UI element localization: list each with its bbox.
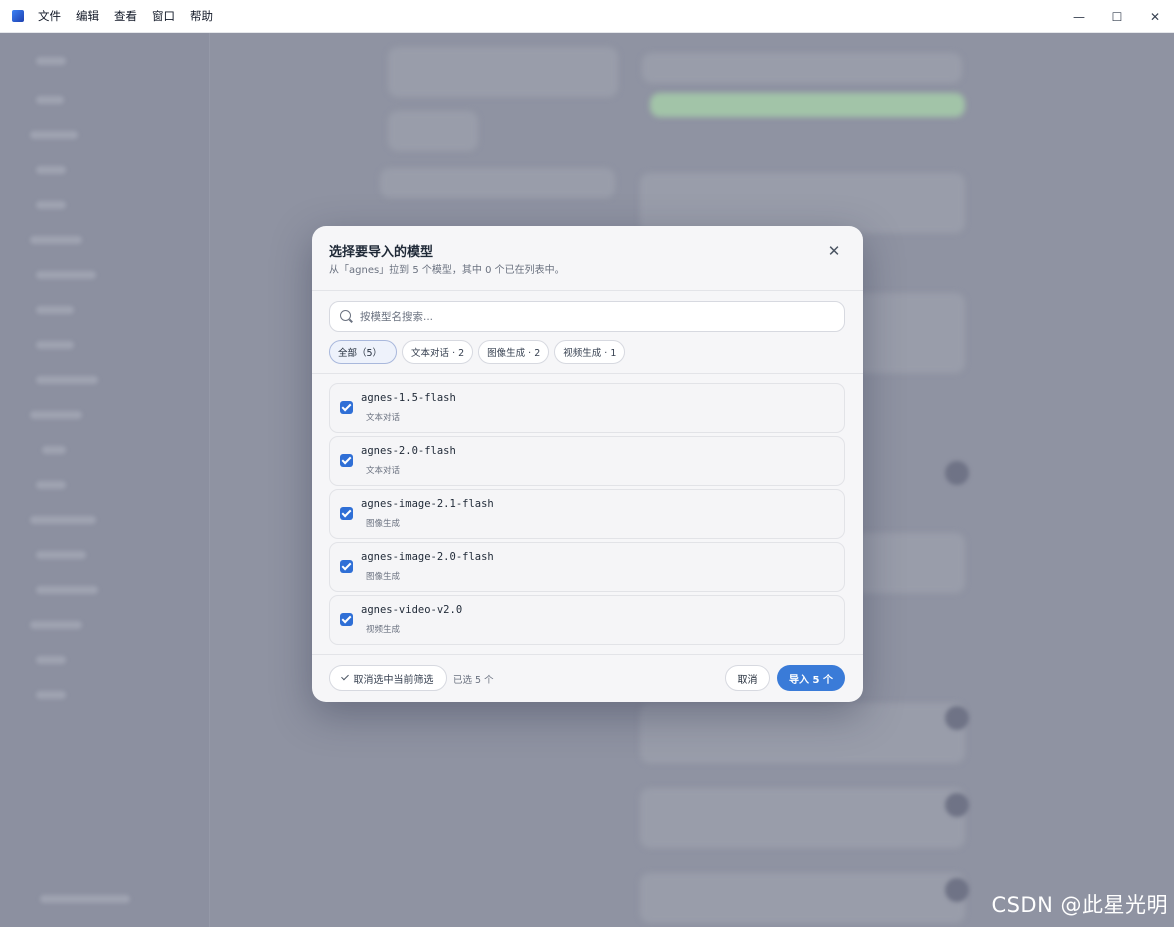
menu-window[interactable]: 窗口 bbox=[152, 8, 175, 24]
model-type: 图像生成 bbox=[366, 572, 401, 582]
background-sidebar bbox=[0, 33, 210, 927]
import-models-dialog: 选择要导入的模型 从「agnes」拉到 5 个模型，其中 0 个已在列表中。 ✕… bbox=[312, 226, 863, 702]
menu-help[interactable]: 帮助 bbox=[190, 8, 213, 24]
menu-view[interactable]: 查看 bbox=[114, 8, 137, 24]
model-name: agnes-1.5-flash bbox=[361, 392, 456, 404]
model-checkbox[interactable] bbox=[340, 401, 353, 414]
filter-image-gen[interactable]: 图像生成 · 2 bbox=[478, 340, 550, 364]
model-name: agnes-2.0-flash bbox=[361, 445, 456, 457]
dialog-subtitle: 从「agnes」拉到 5 个模型，其中 0 个已在列表中。 bbox=[329, 265, 565, 276]
model-type: 视频生成 bbox=[366, 625, 401, 635]
search-box[interactable] bbox=[329, 301, 845, 332]
import-button[interactable]: 导入 5 个 bbox=[777, 665, 845, 691]
divider bbox=[312, 373, 863, 374]
model-type: 图像生成 bbox=[366, 519, 401, 529]
model-checkbox[interactable] bbox=[340, 507, 353, 520]
dialog-title: 选择要导入的模型 bbox=[329, 245, 434, 260]
dialog-header: 选择要导入的模型 从「agnes」拉到 5 个模型，其中 0 个已在列表中。 ✕ bbox=[312, 226, 863, 291]
list-item[interactable]: agnes-video-v2.0 视频生成 bbox=[329, 595, 845, 645]
filter-video-gen[interactable]: 视频生成 · 1 bbox=[554, 340, 626, 364]
filter-chips: 全部（5） 文本对话 · 2 图像生成 · 2 视频生成 · 1 bbox=[329, 340, 626, 364]
app-logo-icon bbox=[12, 10, 24, 22]
watermark: CSDN @此星光明 bbox=[991, 893, 1168, 917]
maximize-button[interactable]: ☐ bbox=[1098, 0, 1136, 33]
title-bar: 文件 编辑 查看 窗口 帮助 — ☐ ✕ bbox=[0, 0, 1174, 33]
minimize-button[interactable]: — bbox=[1060, 0, 1098, 33]
model-name: agnes-video-v2.0 bbox=[361, 604, 463, 616]
close-window-button[interactable]: ✕ bbox=[1136, 0, 1174, 33]
model-checkbox[interactable] bbox=[340, 454, 353, 467]
search-input[interactable] bbox=[360, 307, 830, 327]
menu-file[interactable]: 文件 bbox=[38, 8, 61, 24]
divider bbox=[312, 654, 863, 655]
filter-all[interactable]: 全部（5） bbox=[329, 340, 398, 364]
list-item[interactable]: agnes-1.5-flash 文本对话 bbox=[329, 383, 845, 433]
model-checkbox[interactable] bbox=[340, 560, 353, 573]
model-list: agnes-1.5-flash 文本对话 agnes-2.0-flash 文本对… bbox=[329, 383, 845, 648]
model-type: 文本对话 bbox=[366, 413, 401, 423]
model-checkbox[interactable] bbox=[340, 613, 353, 626]
check-icon bbox=[340, 672, 349, 681]
model-name: agnes-image-2.1-flash bbox=[361, 498, 494, 510]
search-icon bbox=[340, 310, 351, 321]
selected-count: 已选 5 个 bbox=[453, 675, 494, 686]
model-type: 文本对话 bbox=[366, 466, 401, 476]
model-name: agnes-image-2.0-flash bbox=[361, 551, 494, 563]
clear-filter-label: 取消选中当前筛选 bbox=[353, 674, 434, 686]
window-controls: — ☐ ✕ bbox=[1060, 0, 1174, 33]
filter-text-chat[interactable]: 文本对话 · 2 bbox=[402, 340, 474, 364]
close-icon[interactable]: ✕ bbox=[824, 241, 844, 261]
cancel-button[interactable]: 取消 bbox=[725, 665, 770, 691]
list-item[interactable]: agnes-2.0-flash 文本对话 bbox=[329, 436, 845, 486]
list-item[interactable]: agnes-image-2.0-flash 图像生成 bbox=[329, 542, 845, 592]
list-item[interactable]: agnes-image-2.1-flash 图像生成 bbox=[329, 489, 845, 539]
clear-filter-selection-button[interactable]: 取消选中当前筛选 bbox=[329, 665, 447, 691]
menu-edit[interactable]: 编辑 bbox=[76, 8, 99, 24]
